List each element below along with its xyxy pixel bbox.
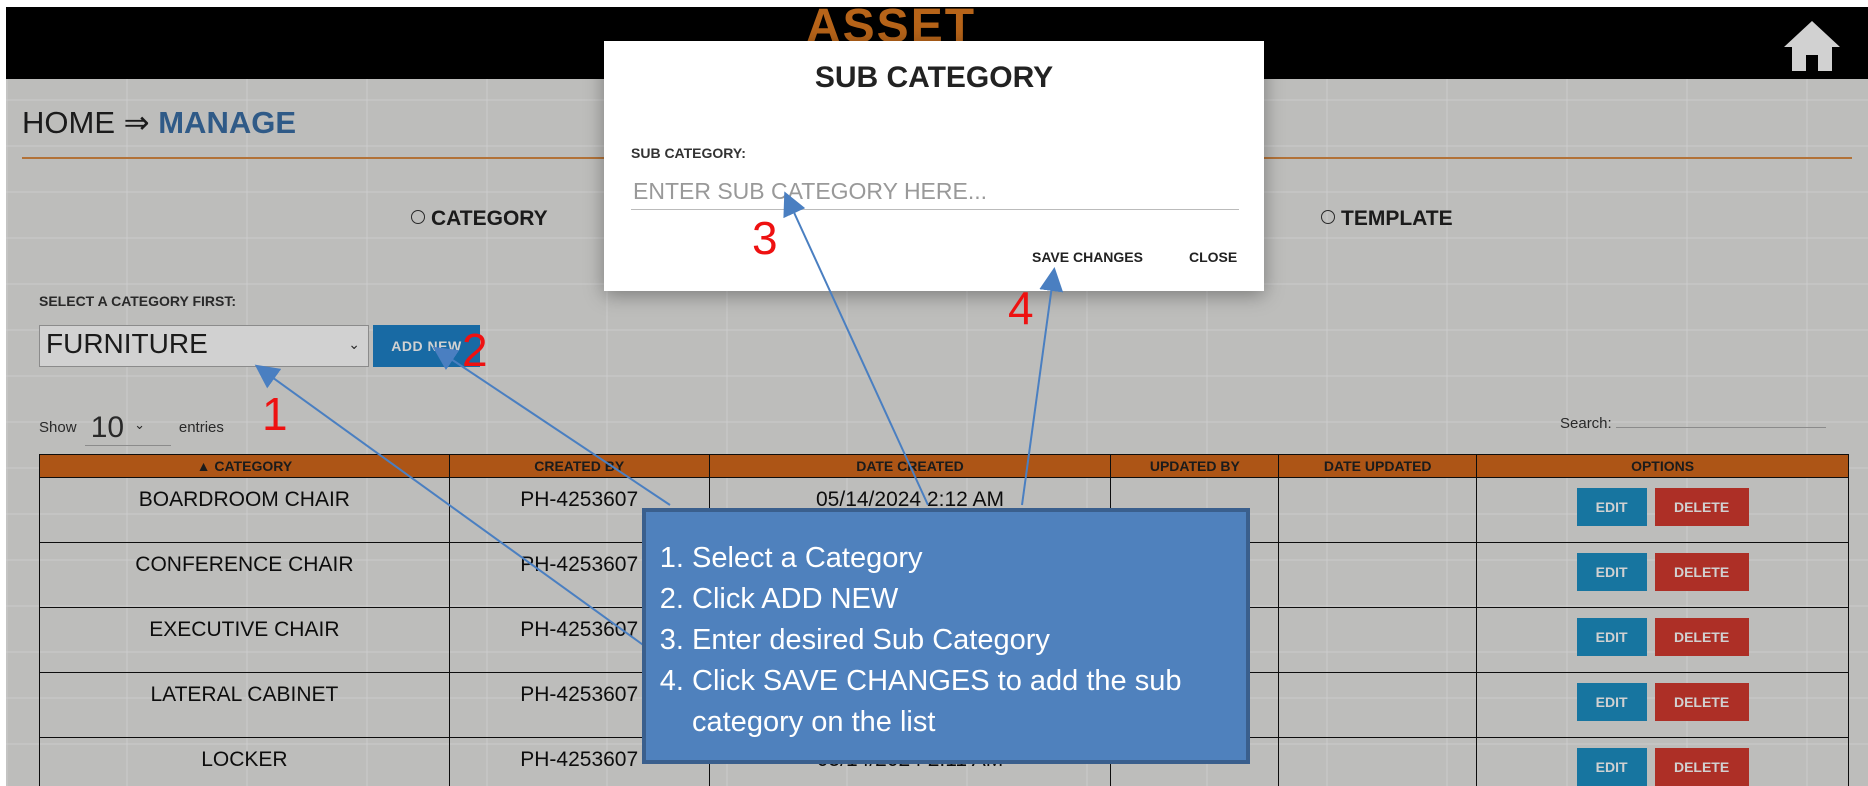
app-window: ASSET HOME ⇒ MANAGE CATEGORY TEMPLATE SE… bbox=[6, 7, 1868, 786]
close-button[interactable]: CLOSE bbox=[1189, 249, 1237, 265]
sub-category-input[interactable] bbox=[631, 173, 1239, 210]
save-changes-button[interactable]: SAVE CHANGES bbox=[1032, 249, 1143, 265]
step-marker-3: 3 bbox=[752, 212, 778, 264]
instruction-step: Click ADD NEW bbox=[692, 579, 1232, 620]
step-marker-4: 4 bbox=[1008, 282, 1034, 334]
step-marker-2: 2 bbox=[462, 324, 488, 376]
instruction-step: Select a Category bbox=[692, 538, 1232, 579]
instruction-callout: Select a CategoryClick ADD NEWEnter desi… bbox=[642, 508, 1250, 764]
instruction-step: Enter desired Sub Category bbox=[692, 620, 1232, 661]
modal-title: SUB CATEGORY bbox=[814, 61, 1054, 94]
instruction-steps: Select a CategoryClick ADD NEWEnter desi… bbox=[660, 538, 1232, 743]
sub-category-label: SUB CATEGORY: bbox=[631, 145, 746, 161]
sub-category-modal: SUB CATEGORY SUB CATEGORY: SAVE CHANGES … bbox=[604, 41, 1264, 291]
instruction-step: Click SAVE CHANGES to add the sub catego… bbox=[692, 661, 1232, 743]
step-marker-1: 1 bbox=[262, 388, 288, 440]
